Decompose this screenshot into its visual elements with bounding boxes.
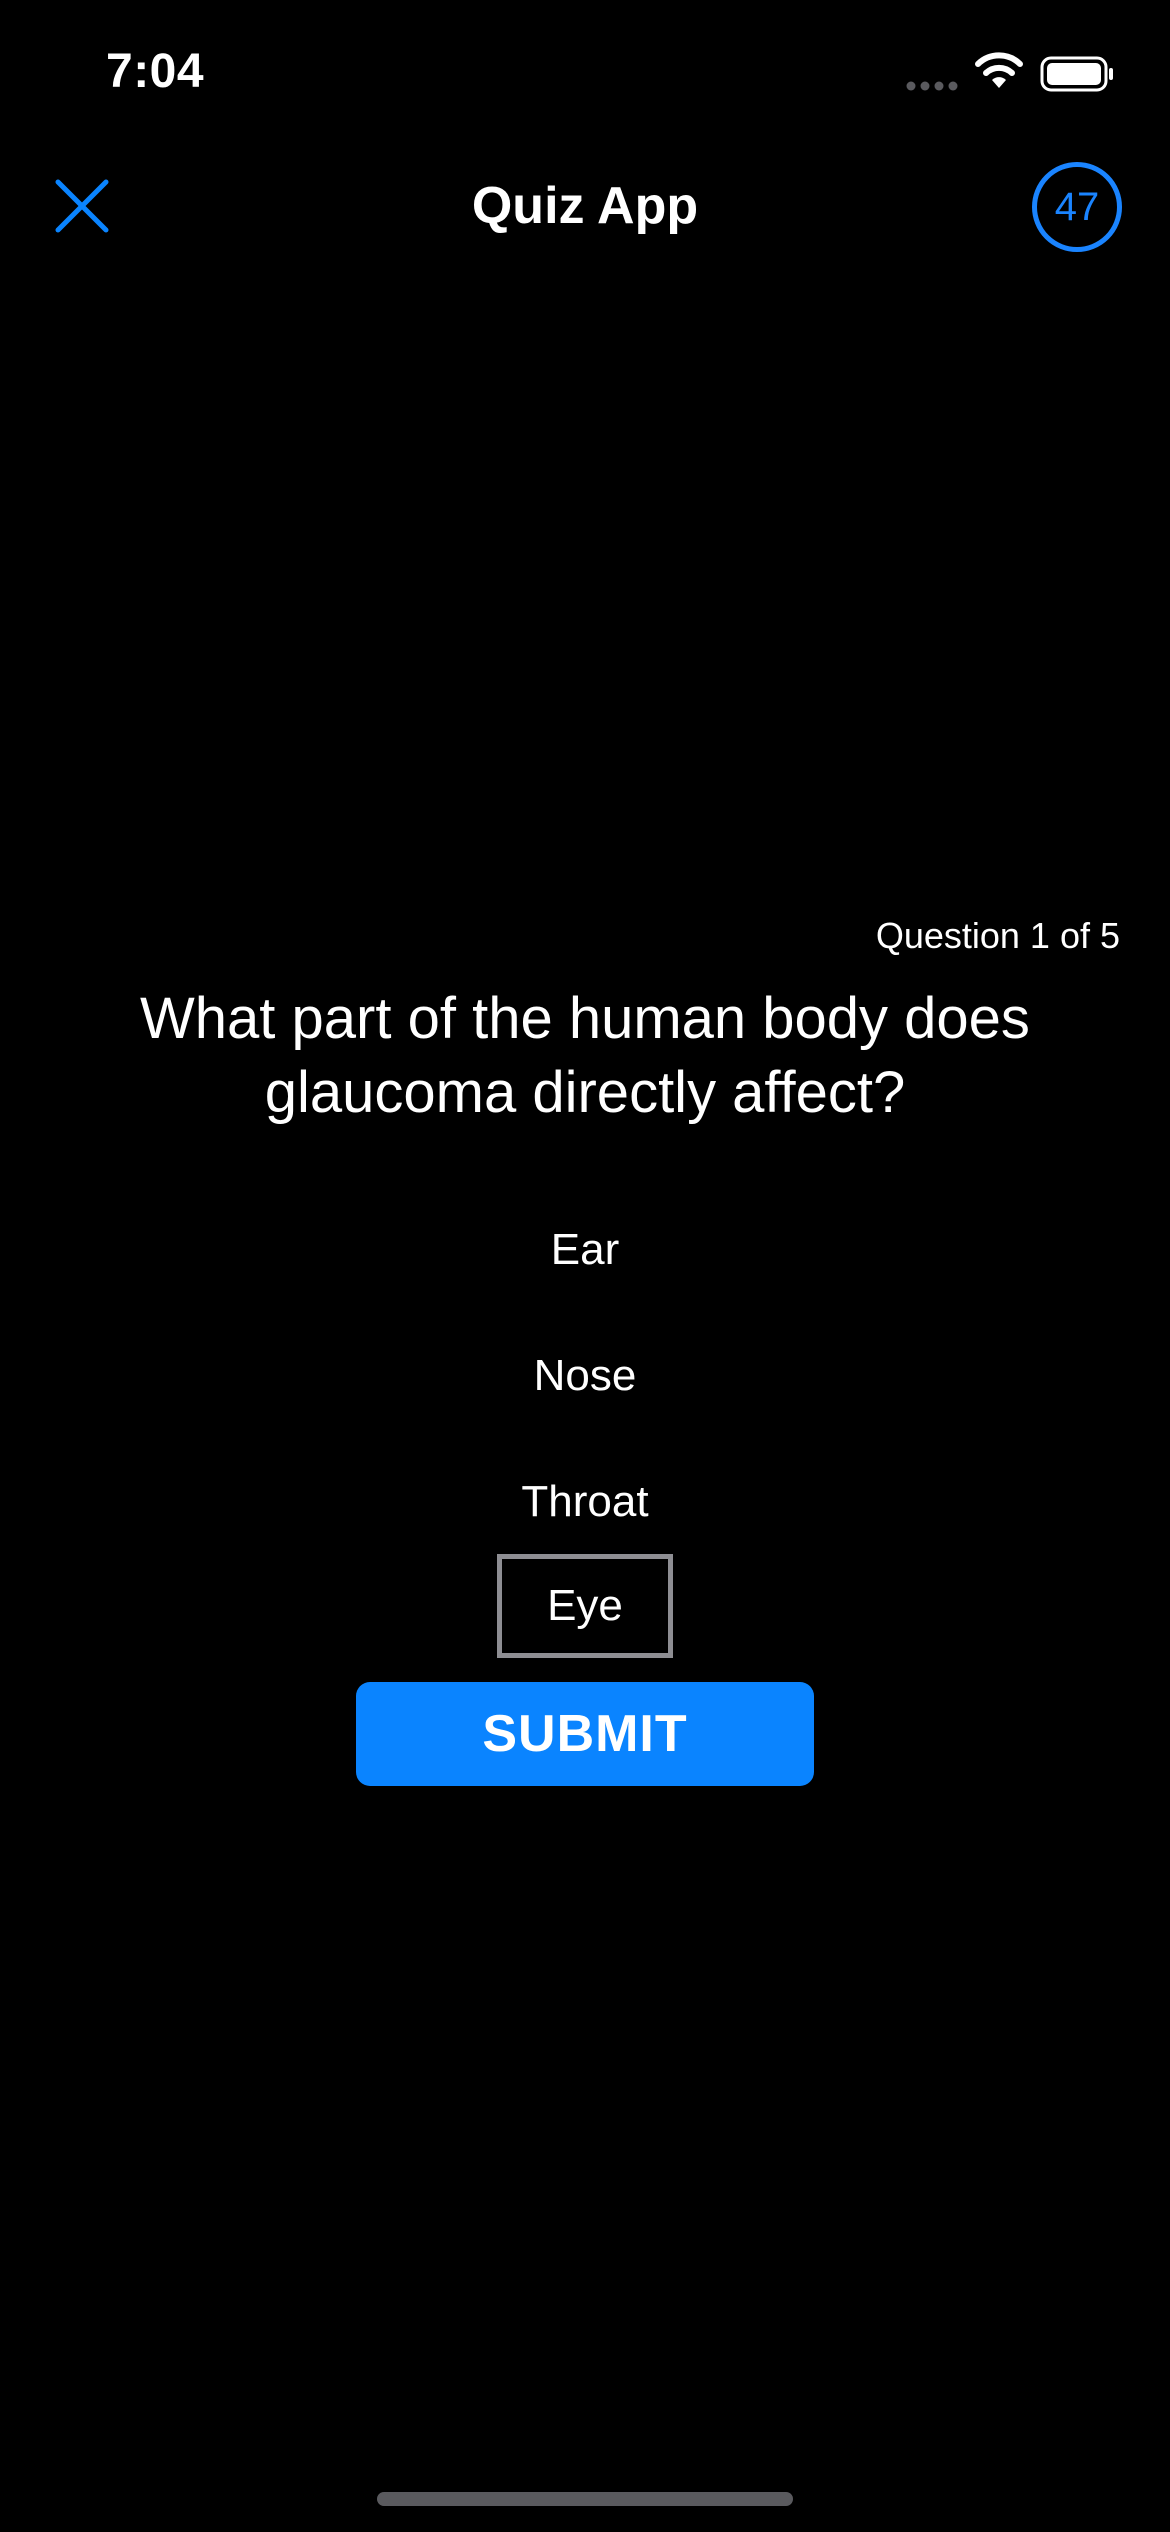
question-counter: Question 1 of 5 [875,915,1120,956]
wifi-icon [975,52,1023,88]
cellular-signal-icon [906,81,958,91]
answer-option-ear[interactable]: Ear [521,1198,649,1302]
countdown-timer-badge: 47 [1032,162,1122,252]
page-title: Quiz App [471,177,699,235]
submit-button[interactable]: SUBMIT [356,1682,814,1786]
status-time: 7:04 [106,45,205,98]
home-indicator[interactable] [377,2492,793,2506]
question-text: What part of the human body does glaucom… [140,986,1030,1125]
answer-option-throat[interactable]: Throat [491,1450,678,1554]
battery-icon [1040,56,1113,92]
answer-option-eye[interactable]: Eye [497,1554,673,1658]
answer-option-nose[interactable]: Nose [504,1324,667,1428]
